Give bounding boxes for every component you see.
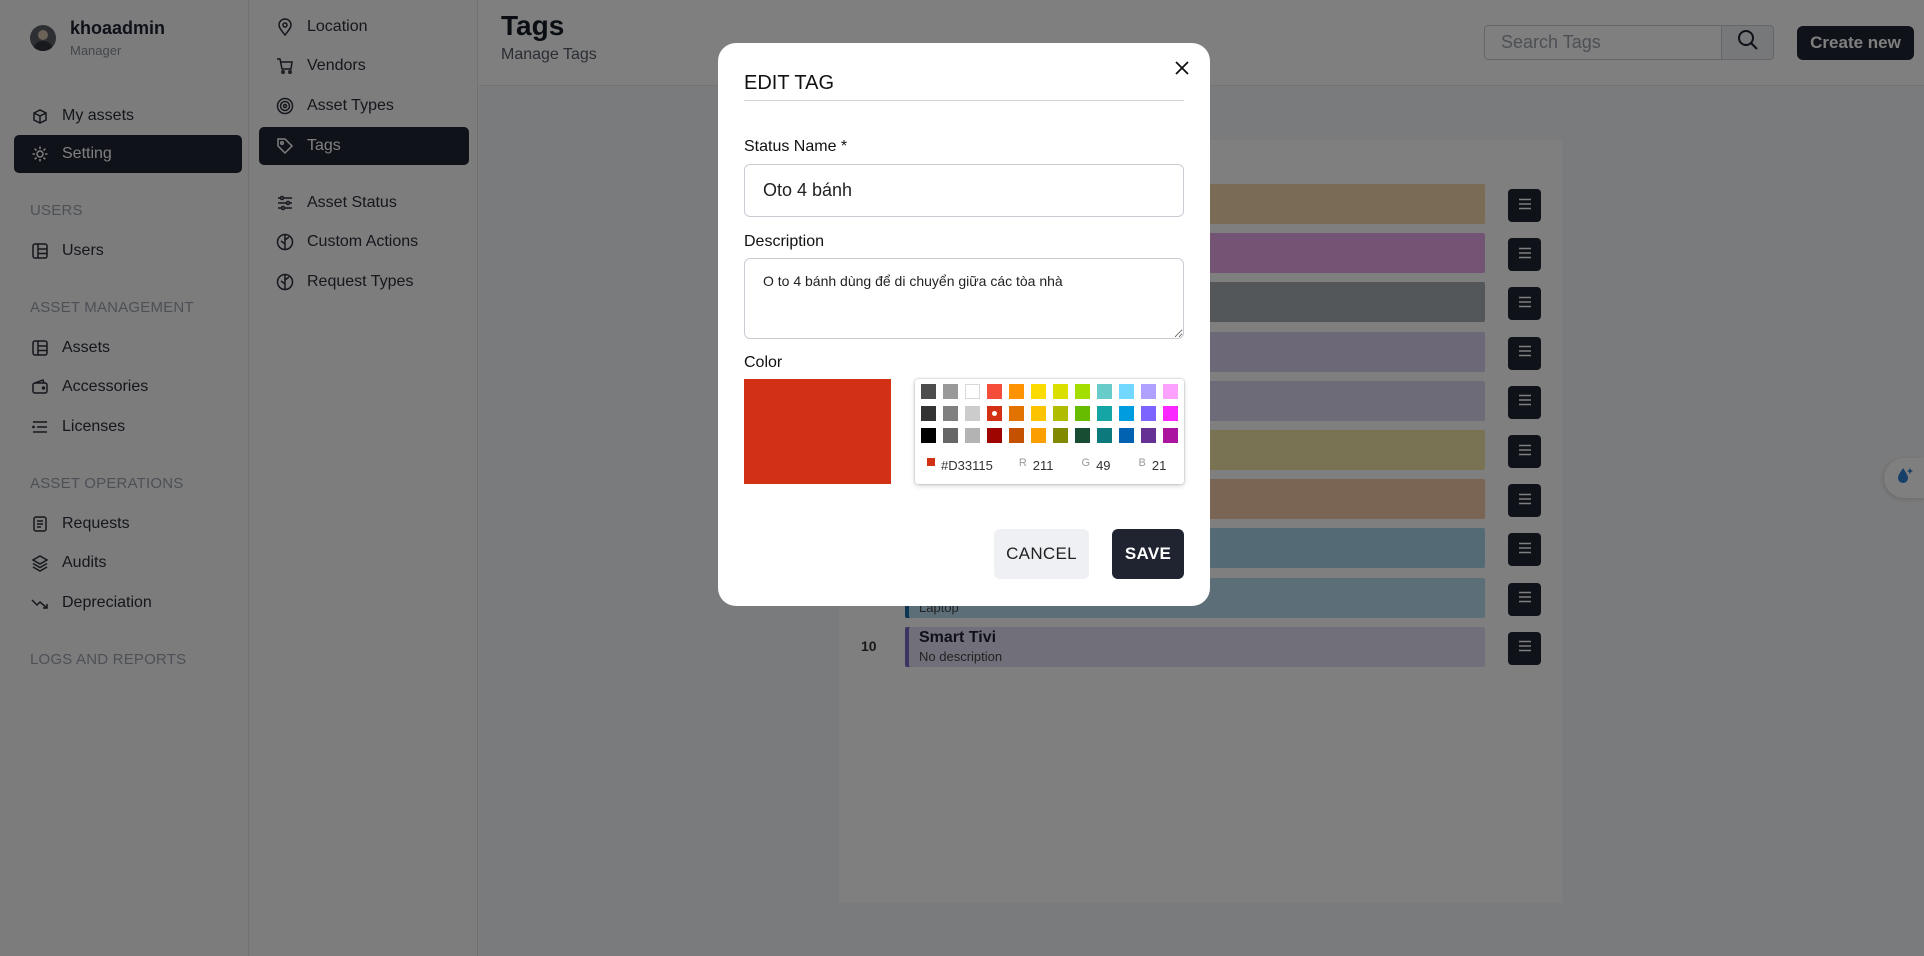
current-color-chip: [927, 458, 935, 466]
color-swatch-chip[interactable]: [1119, 384, 1134, 399]
description-label: Description: [744, 233, 825, 250]
color-swatch-chip[interactable]: [1163, 384, 1178, 399]
color-swatch-chip[interactable]: [1163, 406, 1178, 421]
dialog-title: EDIT TAG: [744, 72, 835, 94]
status-name-label: Status Name *: [744, 138, 848, 155]
color-swatch-chip[interactable]: [1163, 428, 1178, 443]
color-swatch-chip[interactable]: [1031, 428, 1046, 443]
r-label: R: [1018, 457, 1027, 469]
color-swatch-chip[interactable]: [921, 406, 936, 421]
color-swatch-chip[interactable]: [987, 406, 1002, 421]
color-swatch-chip[interactable]: [1053, 428, 1068, 443]
color-swatch-chip[interactable]: [1141, 384, 1156, 399]
color-swatch-chip[interactable]: [1053, 406, 1068, 421]
b-label: B: [1138, 457, 1146, 469]
color-swatch-chip[interactable]: [921, 384, 936, 399]
color-swatch-chip[interactable]: [943, 428, 958, 443]
color-palette: [921, 384, 1178, 443]
color-swatch-chip[interactable]: [1009, 428, 1024, 443]
save-button[interactable]: SAVE: [1112, 529, 1184, 579]
color-swatch-chip[interactable]: [1075, 428, 1090, 443]
cancel-button[interactable]: CANCEL: [994, 529, 1089, 579]
color-swatch-chip[interactable]: [1119, 428, 1134, 443]
color-swatch-chip[interactable]: [1053, 384, 1068, 399]
edit-tag-dialog: EDIT TAG Status Name * Oto 4 bánh Descri…: [718, 43, 1210, 606]
color-swatch-chip[interactable]: [1097, 384, 1112, 399]
color-swatch-chip[interactable]: [1009, 384, 1024, 399]
color-swatch-chip[interactable]: [987, 384, 1002, 399]
description-field[interactable]: [744, 258, 1184, 339]
color-swatch-chip[interactable]: [921, 428, 936, 443]
color-swatch-chip[interactable]: [1075, 384, 1090, 399]
color-swatch-chip[interactable]: [965, 384, 980, 399]
r-value[interactable]: 211: [1033, 458, 1054, 473]
status-name-field[interactable]: Oto 4 bánh: [744, 164, 1184, 217]
color-label: Color: [744, 354, 783, 371]
color-swatch-chip[interactable]: [1097, 406, 1112, 421]
color-swatch-chip[interactable]: [1141, 406, 1156, 421]
color-swatch-chip[interactable]: [1031, 406, 1046, 421]
color-picker[interactable]: #D33115 R 211 G 49 B 21: [915, 379, 1184, 484]
color-swatch-chip[interactable]: [987, 428, 1002, 443]
color-swatch-chip[interactable]: [1031, 384, 1046, 399]
color-swatch-chip[interactable]: [965, 406, 980, 421]
g-label: G: [1081, 457, 1091, 469]
close-icon: [1175, 60, 1189, 80]
color-preview-swatch: [744, 379, 891, 484]
color-swatch-chip[interactable]: [943, 384, 958, 399]
g-value[interactable]: 49: [1096, 458, 1110, 473]
title-divider: [744, 100, 1184, 101]
color-swatch-chip[interactable]: [965, 428, 980, 443]
color-swatch-chip[interactable]: [1119, 406, 1134, 421]
color-swatch-chip[interactable]: [1075, 406, 1090, 421]
b-value[interactable]: 21: [1152, 458, 1166, 473]
color-swatch-chip[interactable]: [1009, 406, 1024, 421]
close-button[interactable]: [1172, 60, 1192, 80]
color-swatch-chip[interactable]: [1097, 428, 1112, 443]
color-values: #D33115 R 211 G 49 B 21: [927, 457, 1166, 473]
color-swatch-chip[interactable]: [943, 406, 958, 421]
color-swatch-chip[interactable]: [1141, 428, 1156, 443]
hex-value[interactable]: #D33115: [941, 458, 993, 473]
